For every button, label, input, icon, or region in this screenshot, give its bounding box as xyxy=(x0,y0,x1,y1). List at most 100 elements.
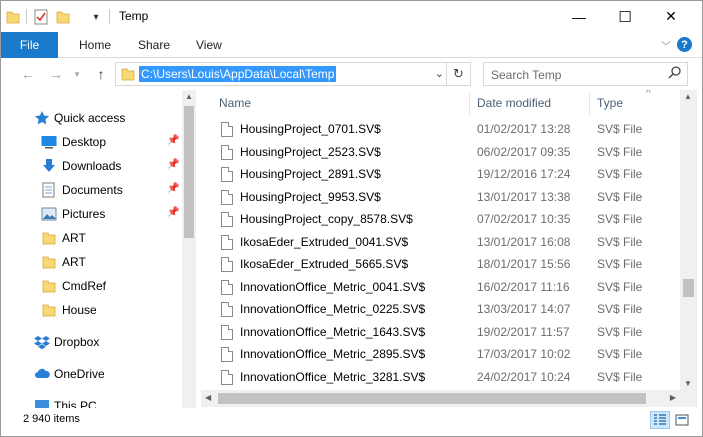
scroll-up-icon[interactable]: ▲ xyxy=(185,92,193,101)
horizontal-scroll-thumb[interactable] xyxy=(218,393,646,404)
file-list-horizontal-scrollbar[interactable]: ◀ ▶ xyxy=(201,390,680,407)
nav-item-quick-access[interactable]: Quick access xyxy=(1,107,181,129)
new-folder-icon[interactable] xyxy=(54,8,72,26)
table-row[interactable]: InnovationOffice_Metric_3281.SV$ 24/02/20… xyxy=(219,366,680,388)
sort-ascending-icon: ^ xyxy=(646,90,651,99)
nav-item-documents[interactable]: Documents 📌 xyxy=(1,179,181,201)
table-row[interactable]: HousingProject_copy_8578.SV$ 07/02/2017 1… xyxy=(219,208,680,230)
search-input[interactable]: Search Temp xyxy=(483,62,688,86)
help-icon[interactable]: ? xyxy=(677,37,692,52)
back-arrow-icon[interactable]: ← xyxy=(18,66,38,82)
nav-pane-scrollbar[interactable]: ▲ xyxy=(182,90,196,408)
pc-icon xyxy=(34,398,50,408)
table-row[interactable]: HousingProject_9953.SV$ 13/01/2017 13:38 S… xyxy=(219,186,680,208)
table-row[interactable]: IkosaEder_Extruded_5665.SV$ 18/01/2017 15… xyxy=(219,253,680,275)
pin-icon[interactable]: 📌 xyxy=(167,207,179,218)
file-date-modified: 24/02/2017 10:24 xyxy=(477,369,571,384)
up-arrow-icon[interactable]: ↑ xyxy=(91,66,111,82)
column-header-name[interactable]: Name xyxy=(219,90,251,116)
file-icon xyxy=(221,144,233,160)
file-icon xyxy=(221,279,233,295)
file-date-modified: 19/12/2016 17:24 xyxy=(477,167,571,181)
nav-item-pictures[interactable]: Pictures 📌 xyxy=(1,203,181,225)
column-header-date-modified[interactable]: Date modified xyxy=(477,90,551,116)
table-row[interactable]: HousingProject_2523.SV$ 06/02/2017 09:35 S… xyxy=(219,141,680,163)
details-view-icon xyxy=(654,414,666,425)
file-icon xyxy=(221,324,233,340)
file-type: SV$ File xyxy=(597,122,643,136)
pin-icon[interactable]: 📌 xyxy=(167,183,179,194)
file-date-modified: 19/02/2017 11:57 xyxy=(477,324,570,339)
large-icons-view-button[interactable] xyxy=(672,411,692,429)
tab-share[interactable]: Share xyxy=(138,32,170,58)
search-placeholder: Search Temp xyxy=(491,68,562,82)
file-type: SV$ File xyxy=(597,369,643,384)
download-icon xyxy=(41,158,57,174)
table-row[interactable]: InnovationOffice_Metric_1643.SV$ 19/02/20… xyxy=(219,321,680,343)
file-type: SV$ File xyxy=(597,144,643,159)
file-type: SV$ File xyxy=(597,167,643,181)
file-name: HousingProject_copy_8578.SV$ xyxy=(240,212,413,226)
nav-item-cmdref[interactable]: CmdRef xyxy=(1,275,181,297)
nav-item-downloads[interactable]: Downloads 📌 xyxy=(1,155,181,177)
details-view-button[interactable] xyxy=(650,411,670,429)
nav-item-house[interactable]: House xyxy=(1,299,181,321)
table-row[interactable]: IkosaEder_Extruded_0041.SV$ 13/01/2017 16… xyxy=(219,231,680,253)
pin-icon[interactable]: 📌 xyxy=(167,159,179,170)
scroll-right-icon[interactable]: ▶ xyxy=(670,393,676,402)
file-name: HousingProject_9953.SV$ xyxy=(240,189,381,204)
address-path[interactable]: C:\Users\Louis\AppData\Local\Temp xyxy=(139,66,337,82)
folder-icon xyxy=(6,8,20,26)
table-row[interactable]: HousingProject_2891.SV$ 19/12/2016 17:24 S… xyxy=(219,163,680,185)
file-type: SV$ File xyxy=(597,279,643,294)
address-bar[interactable]: C:\Users\Louis\AppData\Local\Temp ⌄ ↻ xyxy=(115,62,471,86)
tab-file[interactable]: File xyxy=(1,32,58,58)
customize-quick-access-icon[interactable]: ▾ xyxy=(89,8,103,26)
tab-view[interactable]: View xyxy=(196,32,222,58)
scroll-down-icon[interactable]: ▼ xyxy=(684,379,692,388)
file-date-modified: 13/01/2017 13:38 xyxy=(477,189,571,204)
close-button[interactable]: ✕ xyxy=(648,1,694,32)
file-name: InnovationOffice_Metric_0225.SV$ xyxy=(240,302,426,316)
nav-item-art-2[interactable]: ART xyxy=(1,251,181,273)
file-name: InnovationOffice_Metric_0041.SV$ xyxy=(240,279,426,294)
file-date-modified: 17/03/2017 10:02 xyxy=(477,347,571,361)
vertical-scroll-thumb[interactable] xyxy=(683,279,694,297)
table-row[interactable]: InnovationOffice_Metric_0225.SV$ 13/03/20… xyxy=(219,298,680,320)
file-name: HousingProject_2523.SV$ xyxy=(240,144,381,159)
file-icon xyxy=(221,369,233,385)
file-list-vertical-scrollbar[interactable]: ▲ ▼ xyxy=(680,90,697,390)
table-row[interactable]: HousingProject_0701.SV$ 01/02/2017 13:28 S… xyxy=(219,118,680,140)
recent-locations-icon[interactable]: ▾ xyxy=(67,66,87,82)
nav-item-onedrive[interactable]: OneDrive xyxy=(1,363,181,385)
file-date-modified: 16/02/2017 11:16 xyxy=(477,279,570,294)
table-row[interactable]: InnovationOffice_Metric_0041.SV$ 16/02/20… xyxy=(219,276,680,298)
chevron-down-icon[interactable]: ⌄ xyxy=(435,67,444,80)
refresh-icon[interactable]: ↻ xyxy=(446,63,470,85)
forward-arrow-icon[interactable]: → xyxy=(46,66,66,82)
file-icon xyxy=(221,212,233,227)
nav-pane-scroll-thumb[interactable] xyxy=(184,106,194,238)
nav-item-desktop[interactable]: Desktop 📌 xyxy=(1,131,181,153)
minimize-button[interactable]: — xyxy=(556,1,602,32)
column-header-type[interactable]: Type xyxy=(597,90,623,116)
properties-icon[interactable] xyxy=(32,8,50,26)
file-icon xyxy=(221,347,233,362)
file-type: SV$ File xyxy=(597,189,643,204)
scroll-up-icon[interactable]: ▲ xyxy=(684,92,692,101)
file-icon xyxy=(221,302,233,317)
nav-item-dropbox[interactable]: Dropbox xyxy=(1,331,181,353)
maximize-button[interactable]: ☐ xyxy=(602,1,648,32)
nav-item-art[interactable]: ART xyxy=(1,227,181,249)
pin-icon[interactable]: 📌 xyxy=(167,135,179,146)
scroll-left-icon[interactable]: ◀ xyxy=(205,393,211,402)
tab-home[interactable]: Home xyxy=(79,32,111,58)
pictures-icon xyxy=(41,206,57,222)
nav-item-this-pc[interactable]: This PC xyxy=(1,395,181,408)
table-row[interactable]: InnovationOffice_Metric_2895.SV$ 17/03/20… xyxy=(219,343,680,365)
onedrive-icon xyxy=(34,366,50,382)
file-date-modified: 13/03/2017 14:07 xyxy=(477,302,571,316)
ribbon: File Home Share View ﹀ ? xyxy=(1,32,702,58)
expand-ribbon-icon[interactable]: ﹀ xyxy=(661,38,671,53)
file-type: SV$ File xyxy=(597,257,643,271)
